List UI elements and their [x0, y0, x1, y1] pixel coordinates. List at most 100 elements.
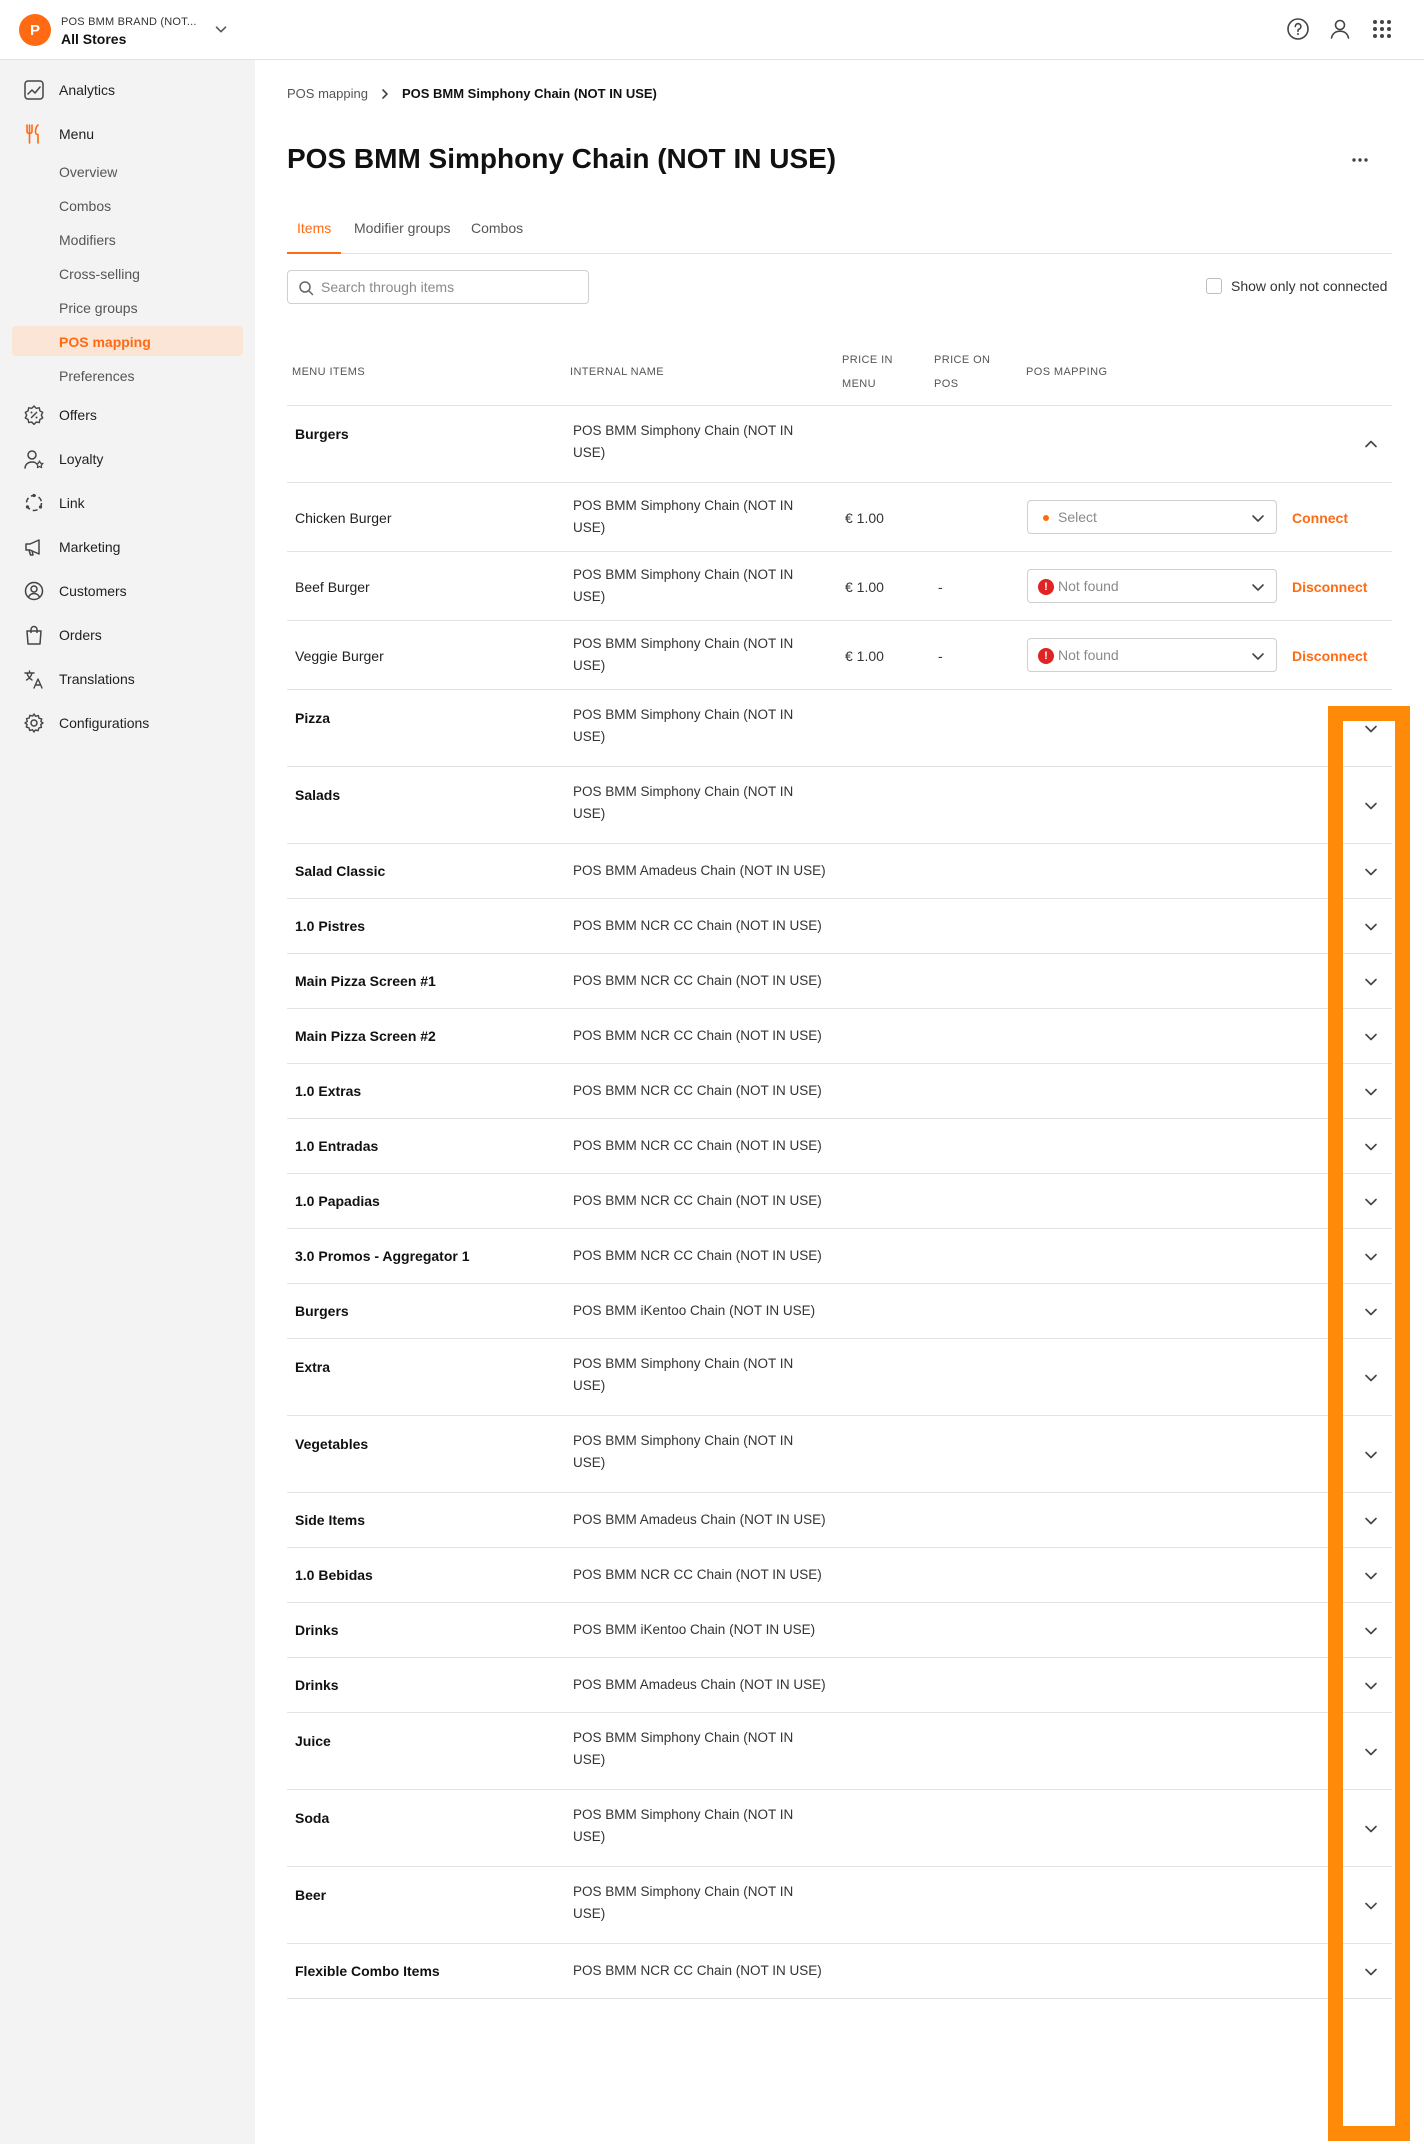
internal-name: POS BMM iKentoo Chain (NOT IN USE): [573, 1622, 816, 1637]
internal-name: POS BMM NCR CC Chain (NOT IN USE): [573, 1193, 822, 1208]
sidebar-subitem-price-groups[interactable]: Price groups: [12, 292, 243, 322]
more-options-icon[interactable]: [1348, 148, 1372, 172]
header-price-on-pos-line2: POS: [934, 378, 959, 390]
sidebar: Analytics Menu Overview Combos Modifiers…: [0, 60, 255, 2144]
disconnect-button[interactable]: Disconnect: [1292, 579, 1367, 595]
breadcrumb-link[interactable]: POS mapping: [287, 86, 368, 101]
group-row[interactable]: 1.0 Entradas POS BMM NCR CC Chain (NOT IN…: [287, 1119, 1392, 1174]
sidebar-subitem-cross-selling[interactable]: Cross-selling: [12, 258, 243, 288]
connect-button[interactable]: Connect: [1292, 510, 1348, 526]
group-name: 1.0 Extras: [295, 1083, 362, 1099]
group-row[interactable]: Juice POS BMM Simphony Chain (NOT IN USE): [287, 1713, 1392, 1790]
group-row[interactable]: 1.0 Pistres POS BMM NCR CC Chain (NOT IN …: [287, 899, 1392, 954]
pos-mapping-select[interactable]: ! Not found: [1027, 638, 1277, 672]
item-row: Beef Burger POS BMM Simphony Chain (NOT …: [287, 552, 1392, 621]
group-row[interactable]: 3.0 Promos - Aggregator 1 POS BMM NCR CC …: [287, 1229, 1392, 1284]
sidebar-item-label: Offers: [59, 407, 97, 423]
group-row[interactable]: Beer POS BMM Simphony Chain (NOT IN USE): [287, 1867, 1392, 1944]
tab-modifier-groups[interactable]: Modifier groups: [344, 220, 461, 254]
sidebar-item-label: Link: [59, 495, 85, 511]
tab-items[interactable]: Items: [287, 220, 342, 254]
sidebar-item-link[interactable]: Link: [12, 488, 243, 518]
tab-combos[interactable]: Combos: [461, 220, 533, 254]
sidebar-item-marketing[interactable]: Marketing: [12, 532, 243, 562]
pos-mapping-value: Select: [1058, 509, 1097, 525]
apps-grid-icon[interactable]: [1369, 16, 1395, 42]
header-menu-items: MENU ITEMS: [292, 366, 366, 378]
chevron-down-icon[interactable]: [212, 20, 230, 38]
group-row[interactable]: Soda POS BMM Simphony Chain (NOT IN USE): [287, 1790, 1392, 1867]
sidebar-item-configurations[interactable]: Configurations: [12, 708, 243, 738]
internal-name: POS BMM Simphony Chain (NOT IN USE): [573, 1807, 794, 1844]
link-icon: [25, 493, 43, 512]
help-icon[interactable]: [1285, 16, 1311, 42]
sidebar-item-customers[interactable]: Customers: [12, 576, 243, 606]
breadcrumb: POS mapping POS BMM Simphony Chain (NOT …: [287, 86, 657, 101]
sidebar-subitem-overview[interactable]: Overview: [12, 156, 243, 186]
not-connected-filter[interactable]: Show only not connected: [1206, 278, 1387, 294]
sidebar-item-analytics[interactable]: Analytics: [12, 75, 243, 105]
sidebar-item-label: Loyalty: [59, 451, 104, 467]
group-row[interactable]: 1.0 Bebidas POS BMM NCR CC Chain (NOT IN …: [287, 1548, 1392, 1603]
chevron-right-icon: [382, 88, 388, 99]
group-row[interactable]: Salads POS BMM Simphony Chain (NOT IN USE…: [287, 767, 1392, 844]
group-row[interactable]: Vegetables POS BMM Simphony Chain (NOT IN…: [287, 1416, 1392, 1493]
group-name: Drinks: [295, 1677, 339, 1693]
disconnect-button[interactable]: Disconnect: [1292, 648, 1367, 664]
internal-name: POS BMM Simphony Chain (NOT IN USE): [573, 1730, 794, 1767]
internal-name: POS BMM NCR CC Chain (NOT IN USE): [573, 1248, 822, 1263]
group-row[interactable]: Extra POS BMM Simphony Chain (NOT IN USE): [287, 1339, 1392, 1416]
group-row[interactable]: Pizza POS BMM Simphony Chain (NOT IN USE): [287, 690, 1392, 767]
offers-icon: [24, 405, 44, 426]
sidebar-item-label: Menu: [59, 126, 95, 142]
item-row: Chicken Burger POS BMM Simphony Chain (N…: [287, 483, 1392, 552]
store-selector[interactable]: All Stores: [61, 31, 126, 47]
user-icon[interactable]: [1327, 16, 1353, 42]
group-row[interactable]: 1.0 Papadias POS BMM NCR CC Chain (NOT IN…: [287, 1174, 1392, 1229]
sidebar-subitem-modifiers[interactable]: Modifiers: [12, 224, 243, 254]
pos-mapping-value: Not found: [1058, 647, 1119, 663]
pos-mapping-select[interactable]: Select: [1027, 500, 1277, 534]
group-row[interactable]: Main Pizza Screen #2 POS BMM NCR CC Chain…: [287, 1009, 1392, 1064]
group-row[interactable]: Drinks POS BMM iKentoo Chain (NOT IN USE): [287, 1603, 1392, 1658]
price-in-menu: € 1.00: [845, 648, 884, 664]
highlight-box: [1328, 706, 1410, 2141]
sidebar-item-label: Translations: [59, 671, 135, 687]
group-name: 1.0 Entradas: [295, 1138, 379, 1154]
sidebar-subitem-combos[interactable]: Combos: [12, 190, 243, 220]
sidebar-item-loyalty[interactable]: Loyalty: [12, 444, 243, 474]
group-row[interactable]: Flexible Combo Items POS BMM NCR CC Chain…: [287, 1944, 1392, 1999]
internal-name: POS BMM Amadeus Chain (NOT IN USE): [573, 863, 826, 878]
sidebar-item-translations[interactable]: Translations: [12, 664, 243, 694]
group-row[interactable]: Side Items POS BMM Amadeus Chain (NOT IN …: [287, 1493, 1392, 1548]
brand-logo[interactable]: P: [19, 14, 51, 46]
group-row[interactable]: Burgers POS BMM Simphony Chain (NOT IN U…: [287, 406, 1392, 483]
internal-name: POS BMM NCR CC Chain (NOT IN USE): [573, 1028, 822, 1043]
group-row[interactable]: Main Pizza Screen #1 POS BMM NCR CC Chain…: [287, 954, 1392, 1009]
not-connected-checkbox[interactable]: [1206, 278, 1222, 294]
sidebar-item-label: Configurations: [59, 715, 150, 731]
search-box: [287, 270, 589, 304]
chevron-up-icon[interactable]: [1361, 434, 1381, 454]
group-row[interactable]: Salad Classic POS BMM Amadeus Chain (NOT …: [287, 844, 1392, 899]
sidebar-item-orders[interactable]: Orders: [12, 620, 243, 650]
group-row[interactable]: Drinks POS BMM Amadeus Chain (NOT IN USE): [287, 1658, 1392, 1713]
internal-name: POS BMM Simphony Chain (NOT IN USE): [573, 784, 794, 821]
pos-mapping-select[interactable]: ! Not found: [1027, 569, 1277, 603]
sidebar-subitem-pos-mapping[interactable]: POS mapping: [12, 326, 243, 356]
group-name: Soda: [295, 1810, 330, 1826]
sidebar-item-menu[interactable]: Menu: [12, 119, 243, 149]
group-name: Side Items: [295, 1512, 366, 1528]
sidebar-subitem-label: Cross-selling: [59, 266, 140, 282]
internal-name: POS BMM Amadeus Chain (NOT IN USE): [573, 1512, 826, 1527]
group-row[interactable]: Burgers POS BMM iKentoo Chain (NOT IN USE…: [287, 1284, 1392, 1339]
group-name: Extra: [295, 1359, 331, 1375]
brand-name[interactable]: POS BMM BRAND (NOT...: [61, 16, 197, 28]
sidebar-subitem-label: POS mapping: [59, 334, 151, 350]
sidebar-subitem-preferences[interactable]: Preferences: [12, 360, 243, 390]
search-icon: [299, 281, 314, 296]
sidebar-item-offers[interactable]: Offers: [12, 400, 243, 430]
search-input[interactable]: [321, 277, 581, 297]
group-row[interactable]: 1.0 Extras POS BMM NCR CC Chain (NOT IN U…: [287, 1064, 1392, 1119]
sidebar-subitem-label: Preferences: [59, 368, 135, 384]
